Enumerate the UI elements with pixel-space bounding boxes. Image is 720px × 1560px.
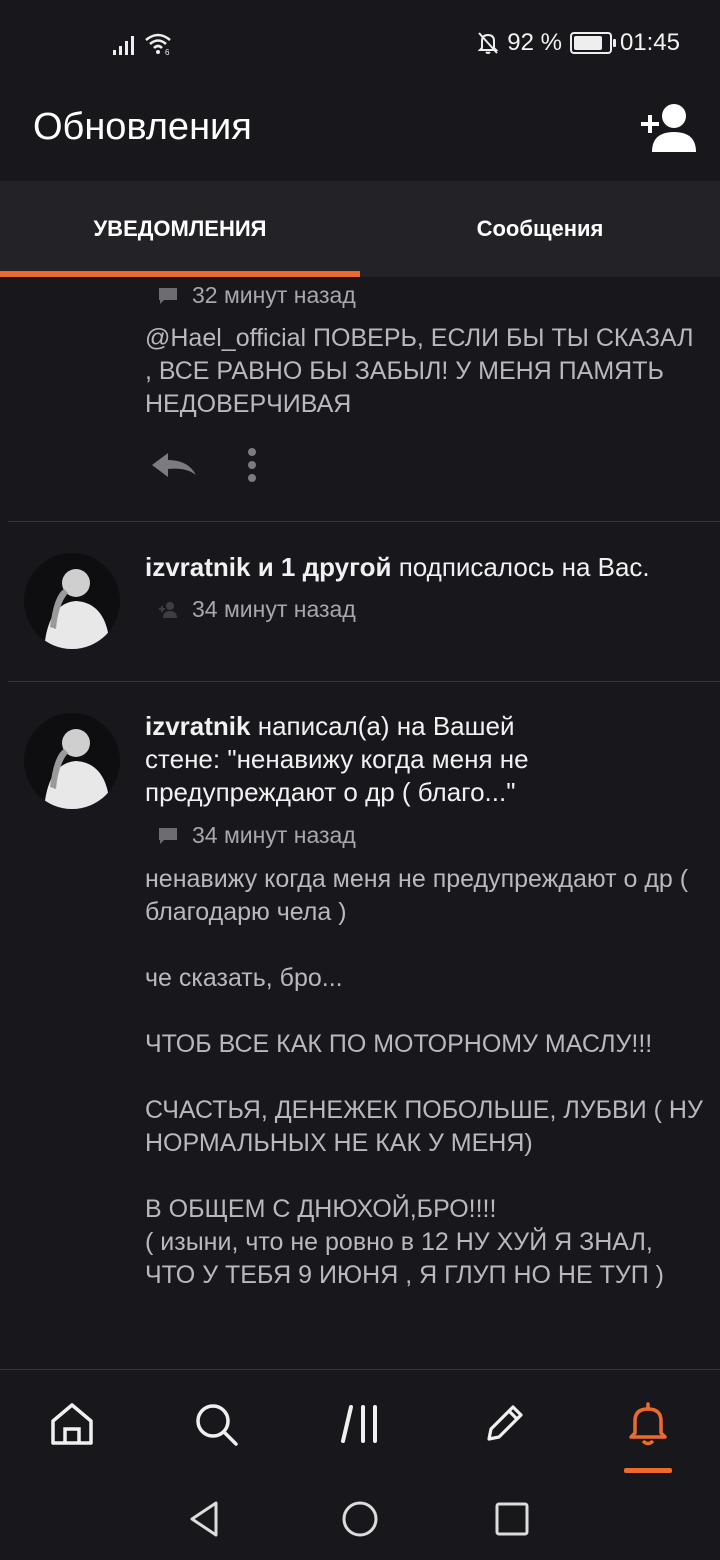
clock: 01:45: [619, 29, 680, 56]
comment-icon: [159, 827, 177, 844]
item-time: 32 минут назад: [192, 282, 356, 308]
battery-percent: 92 %: [507, 29, 562, 56]
item-meta: 34 минут назад: [158, 596, 356, 623]
nav-feed[interactable]: [334, 1398, 386, 1450]
tab-bar: УВЕДОМЛЕНИЯ Сообщения: [0, 181, 720, 277]
notification-user[interactable]: izvratnik: [145, 711, 251, 741]
notification-feed[interactable]: 32 минут назад @Hael_official ПОВЕРЬ, ЕС…: [0, 277, 720, 1369]
avatar[interactable]: [24, 713, 120, 809]
home-icon: [51, 1403, 93, 1445]
item-time: 34 минут назад: [192, 596, 356, 622]
notification-title: izvratnik и 1 другой подписалось на Вас.: [145, 551, 705, 584]
item-actions: [150, 447, 258, 483]
reply-icon[interactable]: [150, 449, 198, 481]
nav-edit[interactable]: [478, 1398, 530, 1450]
wifi-icon: 6: [145, 33, 171, 56]
signal-icon: [113, 36, 134, 55]
more-options-icon[interactable]: [246, 447, 258, 483]
item-meta: 32 минут назад: [158, 282, 356, 309]
tab-messages[interactable]: Сообщения: [360, 181, 720, 277]
comment-text: ненавижу когда меня не предупреждают о д…: [145, 865, 703, 1289]
system-nav-bar: [0, 1477, 720, 1560]
follower-icon: [159, 601, 177, 618]
item-meta: 34 минут назад: [158, 822, 356, 849]
avatar[interactable]: [24, 553, 120, 649]
divider: [8, 681, 720, 682]
bell-icon: [629, 1402, 667, 1446]
svg-text:6: 6: [165, 48, 170, 56]
feed-icon: [341, 1405, 377, 1443]
search-icon: [196, 1404, 238, 1446]
tab-notifications[interactable]: УВЕДОМЛЕНИЯ: [0, 181, 360, 277]
status-bar: 6 92 % 01:45: [0, 0, 720, 84]
nav-notifications[interactable]: [622, 1398, 674, 1450]
notification-user[interactable]: izvratnik и 1 другой: [145, 552, 391, 582]
nav-search[interactable]: [190, 1398, 242, 1450]
comment-text: @Hael_official ПОВЕРЬ, ЕСЛИ БЫ ТЫ СКАЗАЛ…: [145, 324, 694, 418]
status-right: 92 % 01:45: [477, 28, 680, 58]
page-title: Обновления: [33, 106, 252, 148]
bottom-nav: [0, 1369, 720, 1478]
active-nav-indicator: [624, 1468, 672, 1473]
edit-icon: [487, 1405, 523, 1441]
app-header: Обновления: [0, 84, 720, 181]
avatar-image: [24, 553, 120, 649]
battery-level: [573, 36, 602, 50]
nav-home[interactable]: [46, 1398, 98, 1450]
status-left: 6: [112, 28, 174, 56]
add-user-icon[interactable]: [636, 100, 700, 156]
notification-title: izvratnik написал(а) на Вашей стене: "не…: [145, 710, 585, 809]
home-circle-icon[interactable]: [340, 1499, 380, 1539]
item-time: 34 минут назад: [192, 822, 356, 848]
battery-icon: [569, 32, 616, 54]
back-icon[interactable]: [186, 1499, 226, 1539]
divider: [8, 521, 720, 522]
bell-off-icon: [477, 32, 499, 54]
notification-action: подписалось на Вас.: [391, 552, 650, 582]
recents-icon[interactable]: [492, 1499, 532, 1539]
avatar-image: [24, 713, 120, 809]
comment-icon: [159, 287, 177, 304]
